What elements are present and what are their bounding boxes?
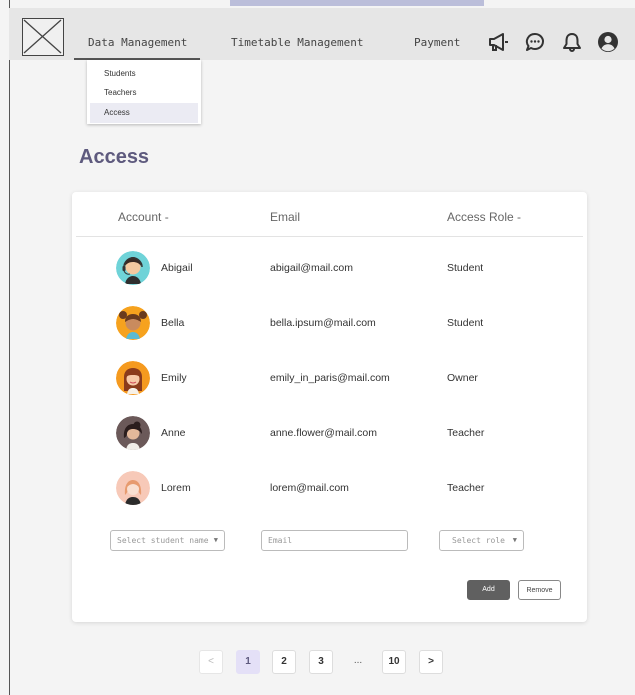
megaphone-icon[interactable] [487,31,509,53]
student-name-select[interactable]: Select student name ▼ [110,530,225,551]
pagination: < 1 2 3 ... 10 > [199,650,449,674]
student-name-placeholder: Select student name [117,536,209,545]
nav-tab-data-management[interactable]: Data Management [73,36,201,60]
column-header-access-role[interactable]: Access Role - [447,210,521,224]
email-field[interactable]: Email [261,530,408,551]
nav-tab-timetable-management[interactable]: Timetable Management [231,36,363,49]
account-name: Emily [161,372,187,384]
table-row: Lorem lorem@mail.com Teacher [72,468,587,508]
pagination-prev-button[interactable]: < [199,650,223,674]
user-account-icon[interactable] [597,31,619,53]
avatar-abigail [116,251,150,285]
chevron-down-icon: ▼ [213,536,218,544]
avatar-anne [116,416,150,450]
data-management-dropdown: Students Teachers Access [87,60,201,124]
dropdown-item-teachers[interactable]: Teachers [87,83,201,103]
column-header-account[interactable]: Account - [118,210,169,224]
chat-icon[interactable] [524,31,546,53]
table-row: Abigail abigail@mail.com Student [72,248,587,288]
account-role: Student [447,317,484,329]
logo-placeholder-icon[interactable] [22,18,64,56]
chevron-down-icon: ▼ [512,536,517,544]
table-row: Emily emily_in_paris@mail.com Owner [72,358,587,398]
account-email: abigail@mail.com [270,262,354,274]
pagination-next-button[interactable]: > [419,650,443,674]
column-header-email: Email [270,210,301,224]
table-row: Bella bella.ipsum@mail.com Student [72,303,587,343]
role-placeholder: Select role [452,536,505,545]
avatar-bella [116,306,150,340]
account-email: anne.flower@mail.com [270,427,377,439]
pagination-ellipsis: ... [353,655,363,666]
top-navbar: Data Management Timetable Management Pay… [9,8,635,60]
nav-tab-payment[interactable]: Payment [414,36,460,49]
add-button[interactable]: Add [467,580,510,600]
header-divider [76,236,583,237]
access-table-card: Account - Email Access Role - Abigail ab… [72,192,587,622]
pagination-page-1[interactable]: 1 [236,650,260,674]
account-name: Lorem [161,482,191,494]
account-role: Teacher [447,482,485,494]
account-role: Student [447,262,484,274]
bell-icon[interactable] [561,31,583,53]
dropdown-item-access[interactable]: Access [90,103,198,123]
avatar-lorem [116,471,150,505]
table-row: Anne anne.flower@mail.com Teacher [72,413,587,453]
top-accent-stripe [230,0,484,6]
email-placeholder: Email [268,536,293,545]
page-title: Access [79,146,150,168]
avatar-emily [116,361,150,395]
account-name: Abigail [161,262,193,274]
account-email: lorem@mail.com [270,482,349,494]
account-name: Bella [161,317,185,329]
account-name: Anne [161,427,186,439]
dropdown-item-students[interactable]: Students [87,64,201,84]
pagination-page-3[interactable]: 3 [309,650,333,674]
pagination-page-last[interactable]: 10 [382,650,406,674]
pagination-page-2[interactable]: 2 [272,650,296,674]
account-email: bella.ipsum@mail.com [270,317,376,329]
role-select[interactable]: Select role ▼ [439,530,524,551]
remove-button[interactable]: Remove [518,580,561,600]
account-role: Owner [447,372,478,384]
account-email: emily_in_paris@mail.com [270,372,390,384]
account-role: Teacher [447,427,485,439]
